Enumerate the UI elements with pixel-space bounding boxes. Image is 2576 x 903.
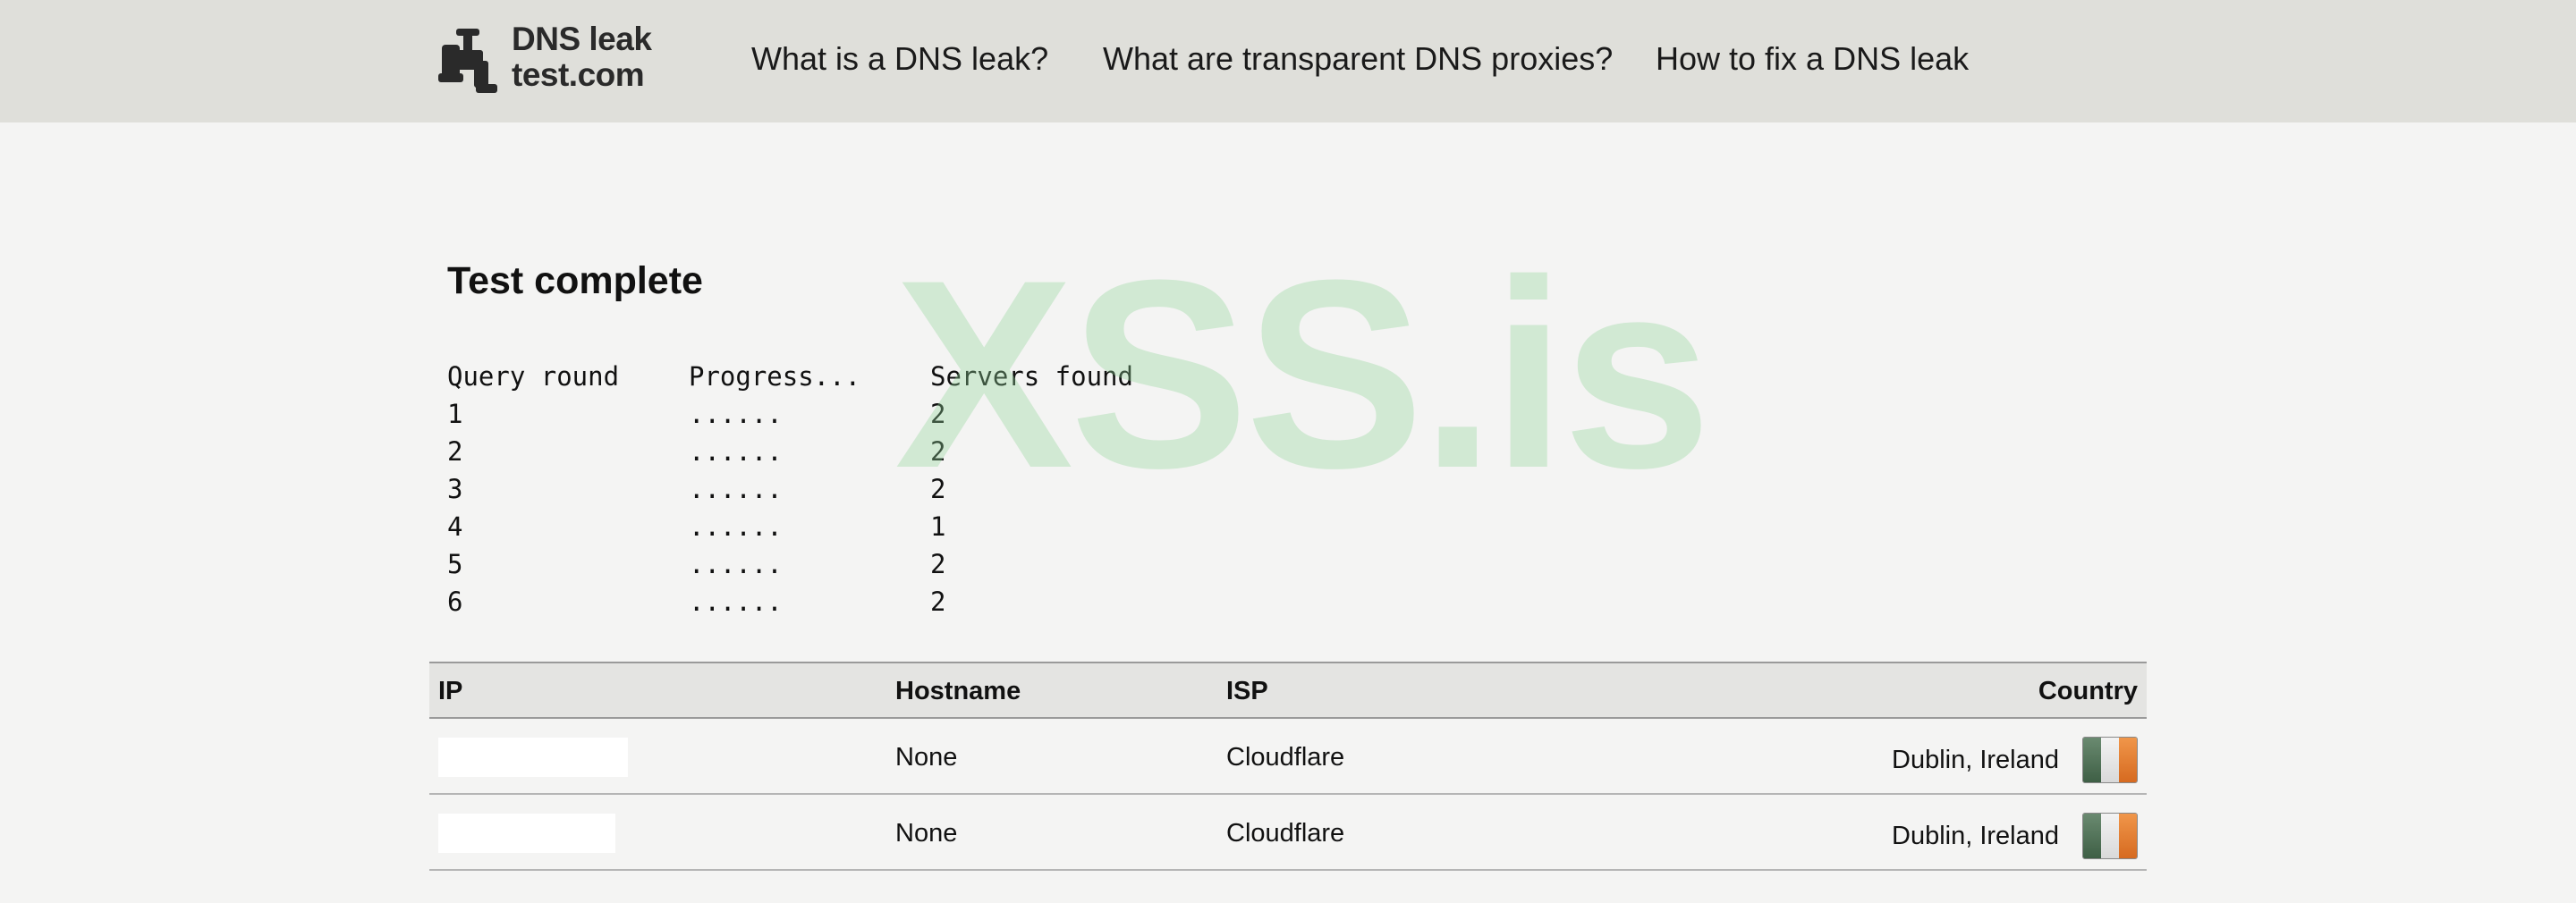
hostname-cell: None — [895, 743, 958, 772]
faucet-icon — [438, 29, 497, 93]
logo-line-1: DNS leak — [512, 21, 652, 57]
round-number: 4 — [447, 511, 463, 542]
round-servers: 2 — [930, 399, 946, 429]
table-row: None Cloudflare Dublin, Ireland — [429, 795, 2147, 871]
header-servers-found: Servers found — [930, 361, 1133, 392]
round-number: 2 — [447, 436, 463, 467]
nav-link-fix-dns-leak[interactable]: How to fix a DNS leak — [1656, 40, 1969, 78]
logo-line-2: test.com — [512, 56, 645, 93]
results-table-header: IP Hostname ISP Country — [429, 662, 2147, 719]
isp-cell: Cloudflare — [1226, 743, 1345, 772]
column-header-hostname: Hostname — [895, 677, 1021, 705]
round-number: 1 — [447, 399, 463, 429]
round-servers: 1 — [930, 511, 946, 542]
round-progress: ...... — [689, 436, 783, 467]
round-servers: 2 — [930, 549, 946, 579]
ip-address-redacted — [438, 738, 628, 777]
page-title: Test complete — [447, 259, 703, 302]
site-logo[interactable]: DNS leak test.com — [436, 20, 674, 98]
round-progress: ...... — [689, 549, 783, 579]
round-progress: ...... — [689, 587, 783, 617]
round-progress: ...... — [689, 511, 783, 542]
round-number: 3 — [447, 474, 463, 504]
country-cell: Dublin, Ireland — [1892, 737, 2138, 783]
round-servers: 2 — [930, 436, 946, 467]
ireland-flag-icon — [2082, 813, 2138, 859]
round-progress: ...... — [689, 474, 783, 504]
round-number: 6 — [447, 587, 463, 617]
ip-address-redacted — [438, 814, 615, 853]
nav-link-transparent-dns-proxies[interactable]: What are transparent DNS proxies? — [1103, 40, 1613, 78]
country-cell: Dublin, Ireland — [1892, 813, 2138, 859]
round-number: 5 — [447, 549, 463, 579]
round-servers: 2 — [930, 587, 946, 617]
nav-link-what-is-dns-leak[interactable]: What is a DNS leak? — [751, 40, 1048, 78]
header-progress: Progress... — [689, 361, 861, 392]
ireland-flag-icon — [2082, 737, 2138, 783]
header-query-round: Query round — [447, 361, 620, 392]
round-servers: 2 — [930, 474, 946, 504]
table-row: None Cloudflare Dublin, Ireland — [429, 719, 2147, 795]
hostname-cell: None — [895, 819, 958, 848]
column-header-country: Country — [2038, 677, 2138, 705]
site-header: DNS leak test.com What is a DNS leak? Wh… — [0, 0, 2576, 122]
country-text: Dublin, Ireland — [1892, 821, 2059, 850]
round-progress: ...... — [689, 399, 783, 429]
country-text: Dublin, Ireland — [1892, 745, 2059, 774]
column-header-ip: IP — [438, 677, 463, 705]
results-table: IP Hostname ISP Country None Cloudflare … — [429, 662, 2147, 871]
column-header-isp: ISP — [1226, 677, 1268, 705]
isp-cell: Cloudflare — [1226, 819, 1345, 848]
